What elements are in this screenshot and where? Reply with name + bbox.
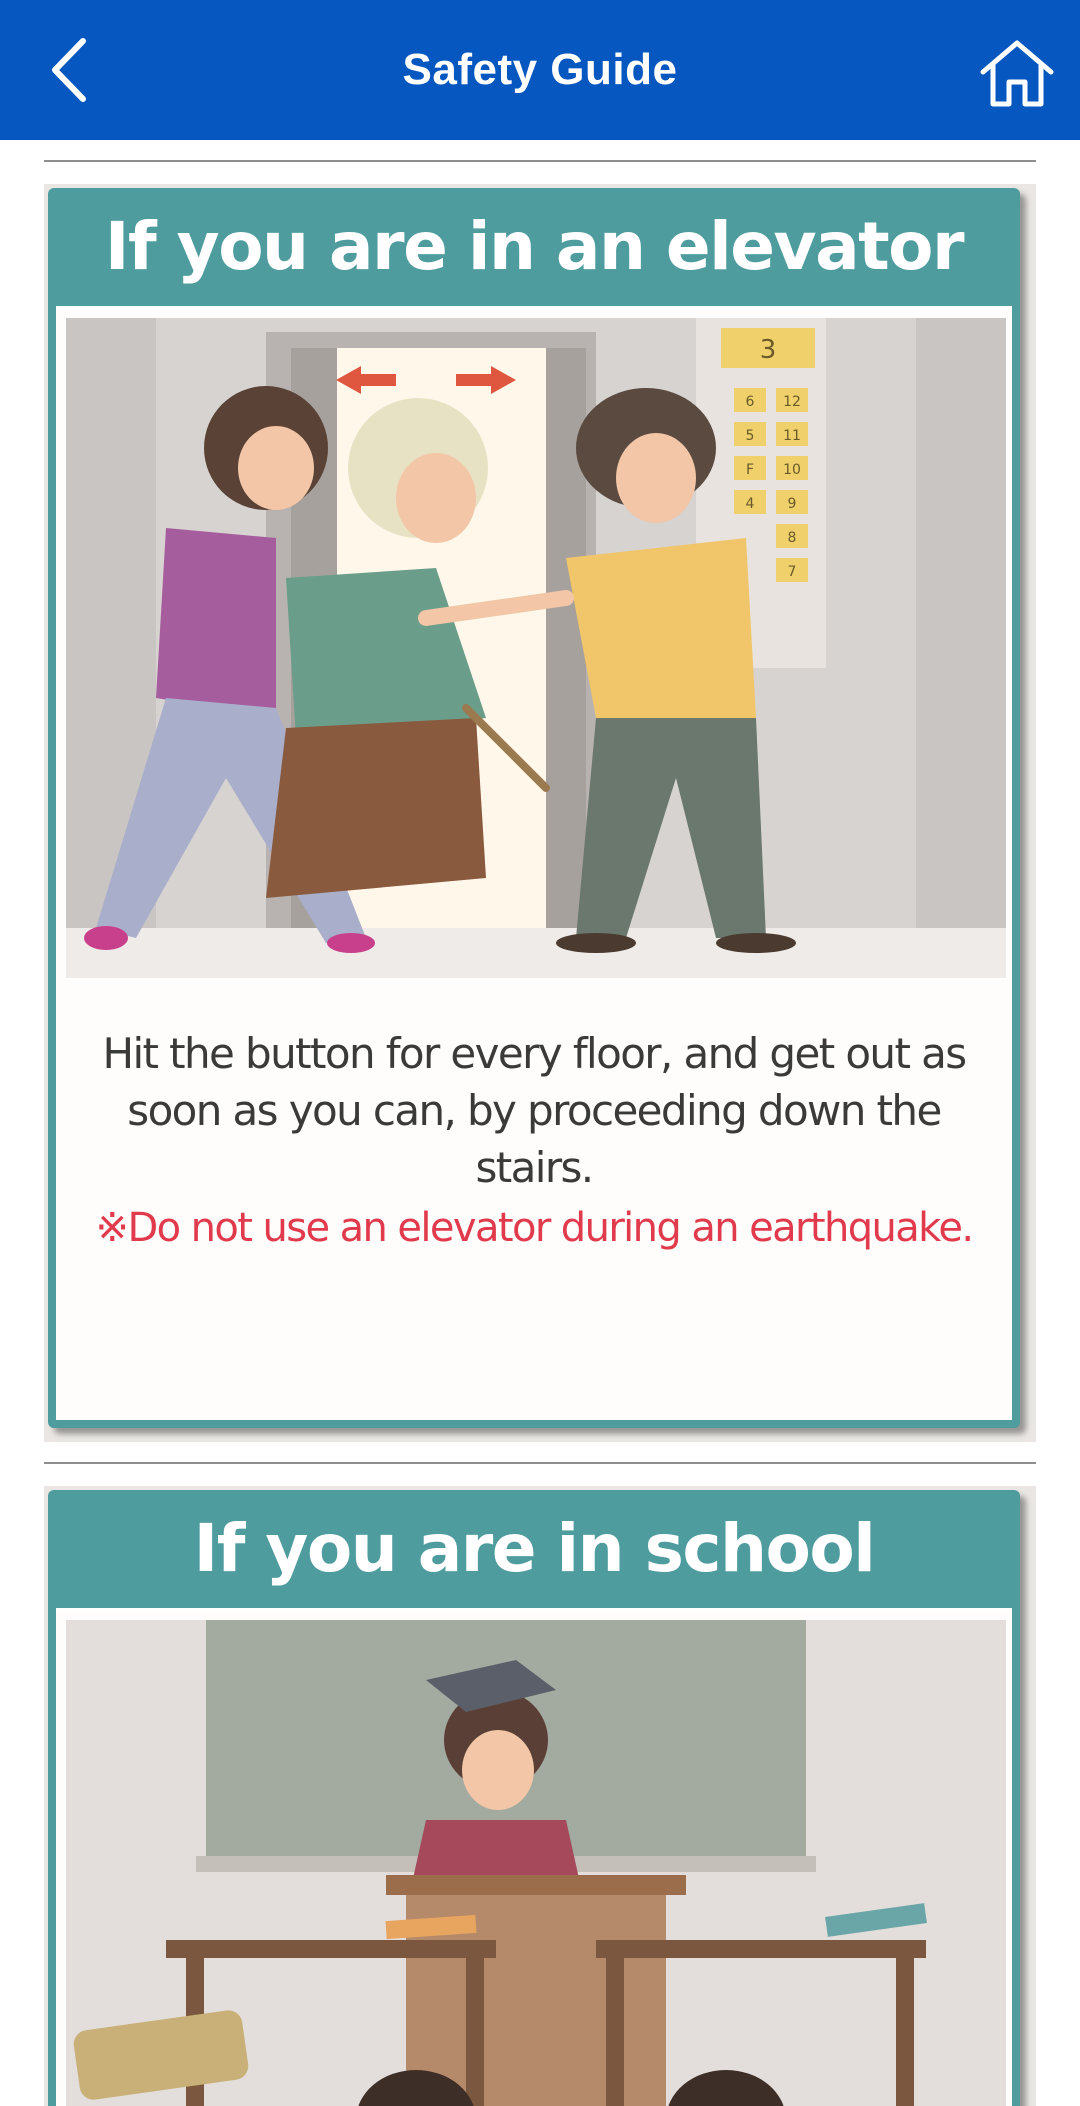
card-frame: If you are in an elevator 3 6 12 5 11 F … xyxy=(48,188,1020,1428)
page-title: Safety Guide xyxy=(402,45,678,94)
elevator-floor-label: 4 xyxy=(746,496,755,512)
school-illustration xyxy=(66,1620,1006,2106)
card-frame: If you are in school xyxy=(48,1490,1020,2106)
elevator-floor-label: 8 xyxy=(788,530,797,546)
card-heading: If you are in school xyxy=(193,1510,876,1587)
card-warning: ※Do not use an elevator during an earthq… xyxy=(95,1205,975,1251)
elevator-floor-label: 10 xyxy=(783,462,801,478)
divider xyxy=(44,1462,1036,1464)
elevator-floor-label: 11 xyxy=(783,428,801,444)
card-description: Hit the button for every floor, and get … xyxy=(102,1029,968,1192)
elevator-floor-label: F xyxy=(746,462,754,478)
guide-card-elevator: If you are in an elevator 3 6 12 5 11 F … xyxy=(44,184,1036,1442)
card-body xyxy=(56,1608,1012,2106)
guide-content[interactable]: If you are in an elevator 3 6 12 5 11 F … xyxy=(0,140,1080,2106)
home-button[interactable] xyxy=(972,28,1062,118)
elevator-floor-label: 6 xyxy=(746,394,755,410)
elevator-floor-label: 7 xyxy=(788,564,797,580)
elevator-floor-label: 5 xyxy=(746,428,755,444)
elevator-floor-label: 9 xyxy=(788,496,797,512)
divider xyxy=(44,160,1036,162)
guide-card-school: If you are in school xyxy=(44,1486,1036,2106)
app-bar: Safety Guide xyxy=(0,0,1080,140)
elevator-floor-label: 12 xyxy=(783,394,801,410)
home-icon xyxy=(980,40,1054,107)
elevator-illustration: 3 6 12 5 11 F 10 4 9 8 7 xyxy=(66,318,1006,978)
card-heading: If you are in an elevator xyxy=(104,208,965,285)
card-body: 3 6 12 5 11 F 10 4 9 8 7 Hit the button … xyxy=(56,306,1012,1420)
floor-display: 3 xyxy=(760,335,777,365)
